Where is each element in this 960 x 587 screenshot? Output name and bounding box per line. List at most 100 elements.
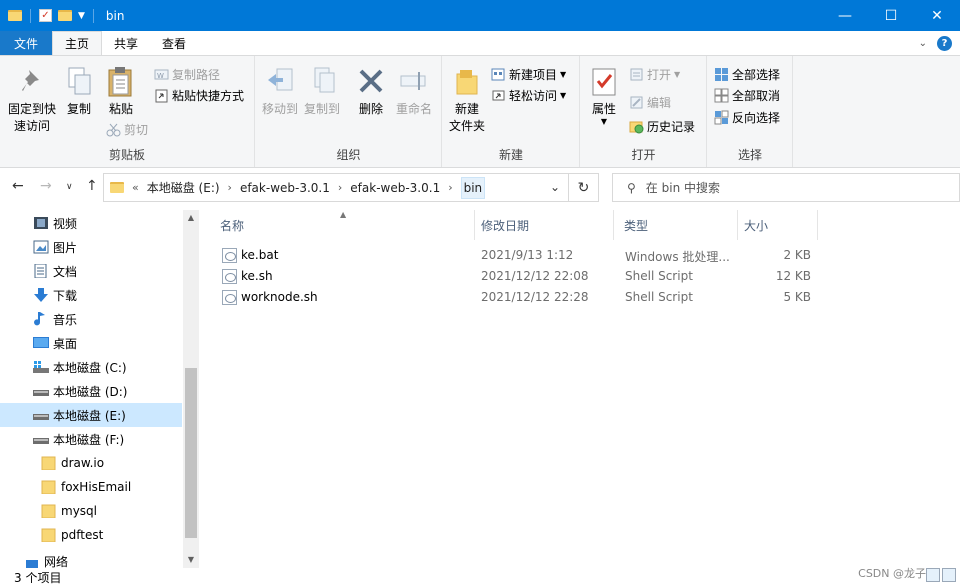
column-header-name[interactable]: 名称 (201, 210, 475, 240)
scroll-up-arrow-icon[interactable]: ▲ (183, 210, 199, 226)
table-row[interactable]: worknode.sh 2021/12/12 22:28 Shell Scrip… (201, 287, 821, 308)
properties-quick-icon[interactable]: ✓ (39, 9, 52, 22)
minimize-button[interactable]: — (822, 0, 868, 31)
column-header-size[interactable]: 大小 (738, 210, 818, 240)
move-to-button[interactable]: 移动到 (260, 66, 300, 118)
history-label: 历史记录 (647, 120, 696, 134)
select-none-button[interactable]: 全部取消 (714, 87, 780, 104)
nav-item-drive-d[interactable]: 本地磁盘 (D:) (0, 379, 182, 403)
large-icons-view-icon[interactable] (942, 568, 956, 582)
nav-item-pdftest[interactable]: pdftest (0, 523, 182, 547)
copy-to-button[interactable]: 复制到 (302, 66, 342, 118)
cut-button[interactable]: 剪切 (106, 121, 148, 138)
table-row[interactable]: ke.bat 2021/9/13 1:12 Windows 批处理... 2 K… (201, 245, 821, 266)
edit-button[interactable]: 编辑 (629, 94, 671, 111)
quick-access-toolbar: ✓ ▼ (0, 8, 96, 23)
tab-share[interactable]: 共享 (102, 31, 150, 55)
history-button[interactable]: 历史记录 (629, 118, 695, 135)
nav-item-music[interactable]: 音乐 (0, 307, 182, 331)
refresh-button[interactable]: ↻ (569, 173, 599, 202)
scroll-down-arrow-icon[interactable]: ▼ (183, 552, 199, 568)
rename-button[interactable]: 重命名 (392, 66, 436, 118)
select-group: 全部选择 全部取消 反向选择 选择 (708, 56, 793, 167)
column-header-modified[interactable]: 修改日期 (475, 210, 614, 240)
breadcrumb-chevron-icon[interactable]: › (448, 181, 452, 194)
properties-button[interactable]: 属性 ▼ (587, 66, 621, 126)
search-box[interactable]: ⚲ 在 bin 中搜索 (612, 173, 960, 202)
tab-file[interactable]: 文件 (0, 31, 53, 55)
easy-access-button[interactable]: 轻松访问 ▼ (491, 87, 566, 104)
nav-item-network[interactable]: 网络 (0, 555, 182, 568)
open-group-title: 打开 (631, 148, 656, 162)
column-header-type[interactable]: 类型 (614, 210, 738, 240)
nav-label: foxHisEmail (61, 480, 132, 494)
invert-selection-button[interactable]: 反向选择 (714, 109, 780, 126)
copy-button[interactable]: 复制 (62, 66, 96, 118)
file-name: worknode.sh (241, 290, 318, 304)
nav-item-drive-f[interactable]: 本地磁盘 (F:) (0, 427, 182, 451)
music-icon (33, 312, 49, 326)
file-name: ke.sh (241, 269, 273, 283)
nav-item-documents[interactable]: 文档 (0, 259, 182, 283)
tab-home[interactable]: 主页 (52, 31, 103, 55)
delete-x-icon (356, 66, 386, 98)
open-dropdown-icon: ▼ (674, 70, 681, 79)
copy-label: 复制 (66, 102, 91, 116)
svg-text:W: W (157, 72, 164, 80)
details-view-icon[interactable] (926, 568, 940, 582)
close-button[interactable]: ✕ (914, 0, 960, 31)
select-all-button[interactable]: 全部选择 (714, 66, 780, 83)
address-dropdown-chevron-icon[interactable]: ⌄ (550, 180, 560, 194)
expand-ribbon-chevron-icon[interactable]: ⌄ (919, 38, 927, 49)
breadcrumb-chevron-icon[interactable]: › (338, 181, 342, 194)
nav-item-downloads[interactable]: 下载 (0, 283, 182, 307)
open-label: 打开 (647, 68, 672, 82)
address-bar[interactable]: « 本地磁盘 (E:) › efak-web-3.0.1 › efak-web-… (103, 173, 569, 202)
breadcrumb-efak-outer[interactable]: efak-web-3.0.1 (240, 181, 330, 195)
nav-item-videos[interactable]: 视频 (0, 211, 182, 235)
help-icon[interactable]: ? (937, 35, 952, 51)
clipboard-group-title: 剪贴板 (108, 148, 145, 162)
scroll-thumb[interactable] (185, 368, 197, 538)
nav-item-drive-c[interactable]: 本地磁盘 (C:) (0, 355, 182, 379)
pin-quick-access-button[interactable]: 固定到快 速访问 (6, 66, 58, 135)
select-all-icon (714, 67, 729, 82)
nav-label: 网络 (44, 555, 69, 568)
nav-item-desktop[interactable]: 桌面 (0, 331, 182, 355)
back-arrow-icon[interactable]: ← (12, 178, 24, 194)
nav-pane-scrollbar[interactable]: ▲ ▼ (183, 210, 199, 568)
new-folder-button[interactable]: 新建 文件夹 (447, 66, 487, 135)
up-arrow-icon[interactable]: ↑ (86, 178, 98, 194)
nav-item-pictures[interactable]: 图片 (0, 235, 182, 259)
nav-item-foxhisemail[interactable]: foxHisEmail (0, 475, 182, 499)
toolbar-separator (30, 8, 31, 23)
breadcrumb-drive-e[interactable]: 本地磁盘 (E:) (147, 179, 220, 196)
select-none-icon (714, 88, 729, 103)
new-folder-quick-icon[interactable] (58, 10, 72, 21)
nav-label: 音乐 (53, 312, 78, 327)
folder-icon (41, 480, 57, 495)
recent-locations-chevron-icon[interactable]: ∨ (66, 182, 73, 192)
breadcrumb-chevron-icon[interactable]: › (228, 181, 232, 194)
file-modified: 2021/12/12 22:08 (481, 269, 589, 283)
drive-c-icon (33, 360, 49, 374)
maximize-button[interactable]: ☐ (868, 0, 914, 31)
nav-item-mysql[interactable]: mysql (0, 499, 182, 523)
breadcrumb-overflow[interactable]: « (132, 181, 139, 194)
delete-button[interactable]: 删除 (354, 66, 388, 118)
drive-icon (33, 432, 49, 446)
paste-shortcut-button[interactable]: 粘贴快捷方式 (154, 87, 244, 104)
nav-item-drive-e[interactable]: 本地磁盘 (E:) (0, 403, 182, 427)
new-item-button[interactable]: 新建项目 ▼ (491, 66, 566, 83)
table-row[interactable]: ke.sh 2021/12/12 22:08 Shell Script 12 K… (201, 266, 821, 287)
ribbon-help-area: ⌄ ? (919, 31, 960, 55)
customize-toolbar-chevron-icon[interactable]: ▼ (78, 11, 85, 21)
tab-view[interactable]: 查看 (150, 31, 198, 55)
copy-path-button[interactable]: W 复制路径 (154, 66, 220, 83)
open-button[interactable]: 打开 ▼ (629, 66, 680, 83)
paste-button[interactable]: 粘贴 (103, 66, 139, 118)
breadcrumb-efak-inner[interactable]: efak-web-3.0.1 (350, 181, 440, 195)
nav-item-drawio[interactable]: draw.io (0, 451, 182, 475)
forward-arrow-icon[interactable]: → (40, 178, 52, 194)
breadcrumb-bin[interactable]: bin (460, 176, 486, 199)
